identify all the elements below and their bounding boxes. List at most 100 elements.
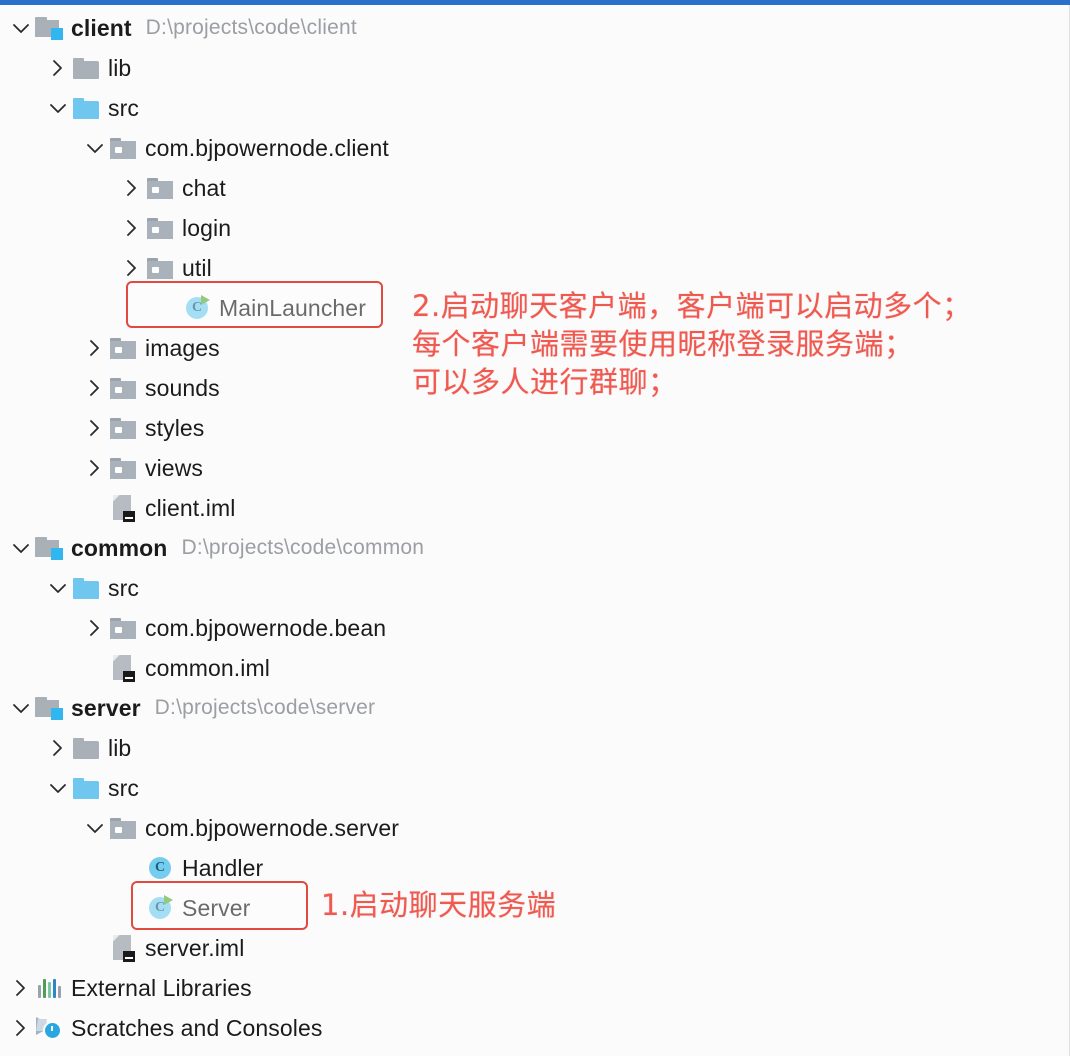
tree-row[interactable]: common.iml xyxy=(0,648,1069,688)
package-folder-icon xyxy=(145,208,175,248)
tree-row[interactable]: server.iml xyxy=(0,928,1069,968)
java-class-icon: C xyxy=(145,848,175,888)
tree-row-label: chat xyxy=(182,174,226,201)
tree-row-label: src xyxy=(108,774,139,801)
module-folder-icon xyxy=(34,8,64,48)
tree-row[interactable]: client.iml xyxy=(0,488,1069,528)
tree-row-label: login xyxy=(182,214,232,241)
client-annotation-text: 2.启动聊天客户端，客户端可以启动多个； 每个客户端需要使用昵称登录服务端； 可… xyxy=(412,289,972,399)
folder-blue-icon xyxy=(71,768,101,808)
chevron-down-icon[interactable] xyxy=(45,568,71,608)
tree-row[interactable]: src xyxy=(0,88,1069,128)
chevron-down-icon[interactable] xyxy=(82,808,108,848)
chevron-right-icon[interactable] xyxy=(119,208,145,248)
package-folder-icon xyxy=(108,808,138,848)
package-folder-icon xyxy=(108,408,138,448)
java-class-runnable-icon: C xyxy=(182,288,212,328)
chevron-down-icon[interactable] xyxy=(8,528,34,568)
package-folder-icon xyxy=(108,128,138,168)
folder-gray-icon xyxy=(71,48,101,88)
tree-row-label: views xyxy=(145,454,204,481)
chevron-right-icon[interactable] xyxy=(82,448,108,488)
iml-file-icon xyxy=(108,648,138,688)
tree-row-path: D:\projects\code\server xyxy=(154,696,376,719)
chevron-right-icon[interactable] xyxy=(8,968,34,1008)
tree-row-label: server.iml xyxy=(145,934,245,961)
tree-row-label: com.bjpowernode.bean xyxy=(145,614,387,641)
tree-row-path: D:\projects\code\client xyxy=(145,16,357,39)
tree-row[interactable]: login xyxy=(0,208,1069,248)
chevron-right-icon[interactable] xyxy=(119,248,145,288)
tree-row[interactable]: styles xyxy=(0,408,1069,448)
tree-row-label: images xyxy=(145,334,220,361)
tree-row-label: src xyxy=(108,94,139,121)
tree-row[interactable]: lib xyxy=(0,728,1069,768)
chevron-right-icon[interactable] xyxy=(45,728,71,768)
java-class-runnable-icon: C xyxy=(145,888,175,928)
chevron-down-icon[interactable] xyxy=(45,768,71,808)
scratches-icon xyxy=(34,1008,64,1048)
tree-row-label: Scratches and Consoles xyxy=(71,1014,323,1041)
package-folder-icon xyxy=(108,448,138,488)
tree-row[interactable]: views xyxy=(0,448,1069,488)
tree-row[interactable]: External Libraries xyxy=(0,968,1069,1008)
chevron-right-icon[interactable] xyxy=(8,1008,34,1048)
chevron-down-icon[interactable] xyxy=(8,688,34,728)
chevron-right-icon[interactable] xyxy=(45,48,71,88)
external-libraries-icon xyxy=(34,968,64,1008)
package-folder-icon xyxy=(108,368,138,408)
chevron-down-icon[interactable] xyxy=(8,8,34,48)
tree-row[interactable]: com.bjpowernode.server xyxy=(0,808,1069,848)
tree-row[interactable]: Scratches and Consoles xyxy=(0,1008,1069,1048)
tree-row[interactable]: C Handler xyxy=(0,848,1069,888)
tree-row[interactable]: client D:\projects\code\client xyxy=(0,8,1069,48)
tree-row-label: External Libraries xyxy=(71,974,252,1001)
chevron-down-icon[interactable] xyxy=(45,88,71,128)
tree-row-label: client.iml xyxy=(145,494,236,521)
tree-row[interactable]: chat xyxy=(0,168,1069,208)
package-folder-icon xyxy=(145,168,175,208)
package-folder-icon xyxy=(108,608,138,648)
tree-row-label: client xyxy=(71,14,132,41)
tree-row-label: com.bjpowernode.server xyxy=(145,814,400,841)
tree-row[interactable]: lib xyxy=(0,48,1069,88)
tree-row-label: common xyxy=(71,534,168,561)
chevron-right-icon[interactable] xyxy=(119,168,145,208)
chevron-right-icon[interactable] xyxy=(82,328,108,368)
chevron-down-icon[interactable] xyxy=(82,128,108,168)
folder-blue-icon xyxy=(71,88,101,128)
tree-row[interactable]: common D:\projects\code\common xyxy=(0,528,1069,568)
tree-row[interactable]: util xyxy=(0,248,1069,288)
tree-row-label: MainLauncher xyxy=(219,294,366,321)
chevron-right-icon[interactable] xyxy=(82,408,108,448)
tree-row[interactable]: com.bjpowernode.client xyxy=(0,128,1069,168)
tree-row-label: Server xyxy=(182,894,251,921)
folder-gray-icon xyxy=(71,728,101,768)
tree-row-label: server xyxy=(71,694,141,721)
chevron-right-icon[interactable] xyxy=(82,608,108,648)
tree-row-label: sounds xyxy=(145,374,220,401)
package-folder-icon xyxy=(145,248,175,288)
tree-row[interactable]: src xyxy=(0,568,1069,608)
tree-row[interactable]: com.bjpowernode.bean xyxy=(0,608,1069,648)
tree-row-label: src xyxy=(108,574,139,601)
tree-row[interactable]: server D:\projects\code\server xyxy=(0,688,1069,728)
tree-row-label: styles xyxy=(145,414,205,441)
tree-row-label: util xyxy=(182,254,212,281)
tree-row-path: D:\projects\code\common xyxy=(181,536,425,559)
tree-row-label: lib xyxy=(108,54,132,81)
chevron-right-icon[interactable] xyxy=(82,368,108,408)
folder-blue-icon xyxy=(71,568,101,608)
iml-file-icon xyxy=(108,928,138,968)
server-annotation-text: 1.启动聊天服务端 xyxy=(321,888,557,922)
iml-file-icon xyxy=(108,488,138,528)
tree-row-label: common.iml xyxy=(145,654,270,681)
tree-row-label: Handler xyxy=(182,854,264,881)
module-folder-icon xyxy=(34,688,64,728)
tree-row[interactable]: src xyxy=(0,768,1069,808)
